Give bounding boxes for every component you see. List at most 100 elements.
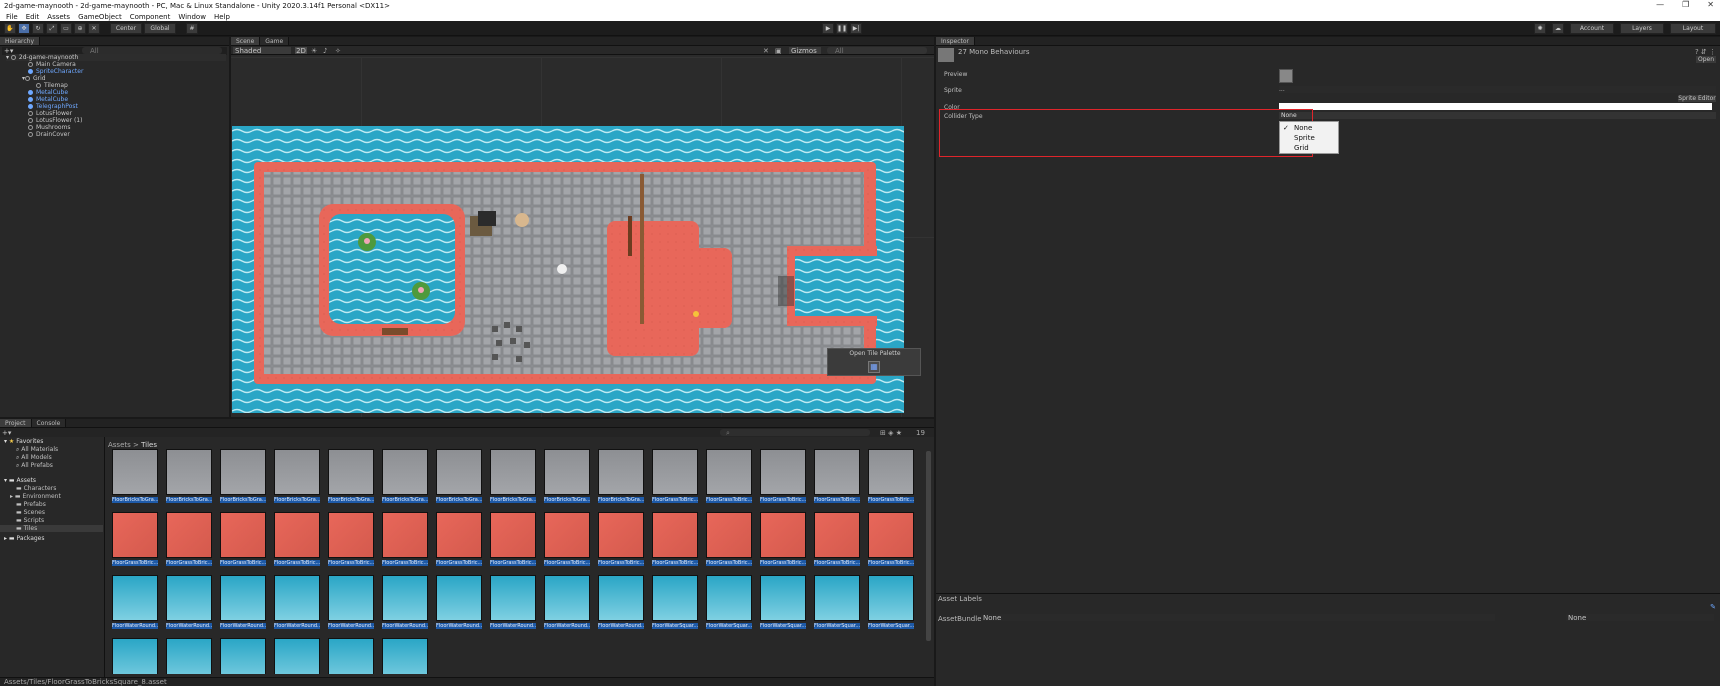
effects-icon[interactable]: ✧ bbox=[335, 47, 341, 55]
list-item[interactable]: TelegraphPost bbox=[28, 103, 78, 110]
step-icon[interactable]: ▶| bbox=[850, 23, 862, 34]
menu-help[interactable]: Help bbox=[214, 13, 230, 21]
asset-thumbnail[interactable] bbox=[274, 512, 320, 558]
layers-dropdown[interactable]: Layers bbox=[1620, 23, 1664, 34]
menu-gameobject[interactable]: GameObject bbox=[78, 13, 122, 21]
asset-thumbnail[interactable] bbox=[652, 449, 698, 495]
asset-thumbnail[interactable] bbox=[436, 512, 482, 558]
favorite-all-models[interactable]: ⌕ All Models bbox=[16, 454, 52, 462]
packages-folder[interactable]: ▸ ▬ Packages bbox=[4, 535, 45, 542]
cloud-icon[interactable]: ☁ bbox=[1552, 23, 1564, 34]
asset-thumbnail[interactable] bbox=[598, 575, 644, 621]
menu-window[interactable]: Window bbox=[178, 13, 206, 21]
asset-thumbnail[interactable] bbox=[112, 449, 158, 495]
settings-icon[interactable]: ? ⇵ ⋮ bbox=[1695, 48, 1716, 56]
asset-bundle-dropdown[interactable]: None bbox=[981, 614, 1495, 622]
gizmos-dropdown[interactable]: Gizmos bbox=[789, 47, 821, 55]
asset-thumbnail[interactable] bbox=[166, 638, 212, 674]
color-field[interactable] bbox=[1279, 103, 1712, 110]
list-item[interactable]: Tilemap bbox=[36, 82, 68, 89]
folder-scripts[interactable]: ▬ Scripts bbox=[16, 517, 44, 524]
folder-characters[interactable]: ▬ Characters bbox=[16, 485, 56, 492]
asset-thumbnail[interactable] bbox=[112, 575, 158, 621]
folder-prefabs[interactable]: ▬ Prefabs bbox=[16, 501, 46, 508]
asset-thumbnail[interactable] bbox=[490, 449, 536, 495]
menu-edit[interactable]: Edit bbox=[26, 13, 40, 21]
menu-file[interactable]: File bbox=[6, 13, 18, 21]
scale-tool-icon[interactable]: ⤢ bbox=[46, 23, 58, 34]
asset-thumbnail[interactable] bbox=[382, 638, 428, 674]
asset-thumbnail[interactable] bbox=[328, 512, 374, 558]
asset-bundle-variant-dropdown[interactable]: None bbox=[1566, 614, 1714, 622]
hierarchy-search-input[interactable]: All bbox=[82, 47, 222, 55]
asset-thumbnail[interactable] bbox=[760, 512, 806, 558]
level-tilemap[interactable] bbox=[232, 126, 904, 413]
rotate-tool-icon[interactable]: ↻ bbox=[32, 23, 44, 34]
sprite-field[interactable]: ... bbox=[1279, 86, 1716, 93]
list-item[interactable]: MetalCube bbox=[28, 89, 68, 96]
favorite-all-materials[interactable]: ⌕ All Materials bbox=[16, 446, 58, 454]
asset-thumbnail[interactable] bbox=[544, 575, 590, 621]
asset-thumbnail[interactable] bbox=[760, 575, 806, 621]
asset-thumbnail[interactable] bbox=[868, 575, 914, 621]
asset-thumbnail[interactable] bbox=[166, 575, 212, 621]
asset-thumbnail[interactable] bbox=[436, 575, 482, 621]
project-search-input[interactable]: ⌕ bbox=[720, 429, 870, 437]
asset-thumbnail[interactable] bbox=[652, 575, 698, 621]
asset-thumbnail[interactable] bbox=[382, 575, 428, 621]
list-item[interactable]: LotusFlower (1) bbox=[28, 117, 82, 124]
play-icon[interactable]: ▶ bbox=[822, 23, 834, 34]
tab-scene[interactable]: Scene bbox=[231, 37, 261, 45]
custom-tool-icon[interactable]: ✕ bbox=[88, 23, 100, 34]
audio-icon[interactable]: ♪ bbox=[323, 47, 327, 55]
pivot-center-button[interactable]: Center bbox=[110, 23, 142, 34]
asset-thumbnail[interactable] bbox=[220, 512, 266, 558]
open-button[interactable]: Open bbox=[1696, 56, 1716, 63]
list-item[interactable]: SpriteCharacter bbox=[28, 68, 83, 75]
favorite-all-prefabs[interactable]: ⌕ All Prefabs bbox=[16, 462, 53, 470]
camera-icon[interactable]: ▣ bbox=[775, 47, 782, 55]
asset-thumbnail[interactable] bbox=[706, 512, 752, 558]
asset-thumbnail[interactable] bbox=[328, 638, 374, 674]
assets-folder[interactable]: ▾ ▬ Assets bbox=[4, 477, 36, 484]
rect-tool-icon[interactable]: ▭ bbox=[60, 23, 72, 34]
scrollbar[interactable] bbox=[926, 451, 931, 641]
add-icon[interactable]: +▾ bbox=[2, 429, 11, 437]
asset-thumbnail[interactable] bbox=[490, 512, 536, 558]
shading-mode-dropdown[interactable]: Shaded bbox=[233, 47, 291, 55]
move-tool-icon[interactable]: ✥ bbox=[18, 23, 30, 34]
close-icon[interactable]: ✕ bbox=[1707, 0, 1714, 12]
list-item[interactable]: Mushrooms bbox=[28, 124, 71, 131]
asset-thumbnail[interactable] bbox=[220, 449, 266, 495]
asset-thumbnail[interactable] bbox=[598, 449, 644, 495]
menu-item-grid[interactable]: Grid bbox=[1294, 144, 1309, 152]
asset-thumbnail[interactable] bbox=[112, 638, 158, 674]
asset-thumbnail[interactable] bbox=[274, 638, 320, 674]
tile-palette-overlay[interactable]: Open Tile Palette ▦ bbox=[827, 348, 921, 376]
asset-thumbnail[interactable] bbox=[706, 449, 752, 495]
folder-environment[interactable]: ▸ ▬ Environment bbox=[10, 493, 61, 500]
minimize-icon[interactable]: — bbox=[1656, 0, 1664, 12]
asset-thumbnail[interactable] bbox=[436, 449, 482, 495]
asset-thumbnail[interactable] bbox=[490, 575, 536, 621]
space-global-button[interactable]: Global bbox=[144, 23, 176, 34]
asset-thumbnail[interactable] bbox=[382, 449, 428, 495]
filter-icon[interactable]: ⊞ ◈ ★ bbox=[880, 429, 902, 437]
menu-component[interactable]: Component bbox=[130, 13, 171, 21]
toggle-2d-button[interactable]: 2D bbox=[295, 47, 307, 55]
list-item[interactable]: Main Camera bbox=[28, 61, 76, 68]
asset-thumbnail[interactable] bbox=[868, 512, 914, 558]
collider-type-dropdown[interactable]: None bbox=[1279, 112, 1716, 119]
asset-thumbnail[interactable] bbox=[220, 575, 266, 621]
open-tile-palette-icon[interactable]: ▦ bbox=[868, 361, 880, 373]
tab-console[interactable]: Console bbox=[31, 419, 67, 427]
tools-icon[interactable]: ✕ bbox=[763, 47, 769, 55]
asset-thumbnail[interactable] bbox=[328, 575, 374, 621]
asset-thumbnail[interactable] bbox=[544, 449, 590, 495]
lighting-icon[interactable]: ☀ bbox=[311, 47, 317, 55]
asset-thumbnail[interactable] bbox=[328, 449, 374, 495]
asset-thumbnail[interactable] bbox=[166, 512, 212, 558]
list-item[interactable]: ▾ 2d-game-maynooth bbox=[6, 54, 226, 61]
tab-inspector[interactable]: Inspector bbox=[936, 37, 975, 45]
account-dropdown[interactable]: Account bbox=[1570, 23, 1614, 34]
